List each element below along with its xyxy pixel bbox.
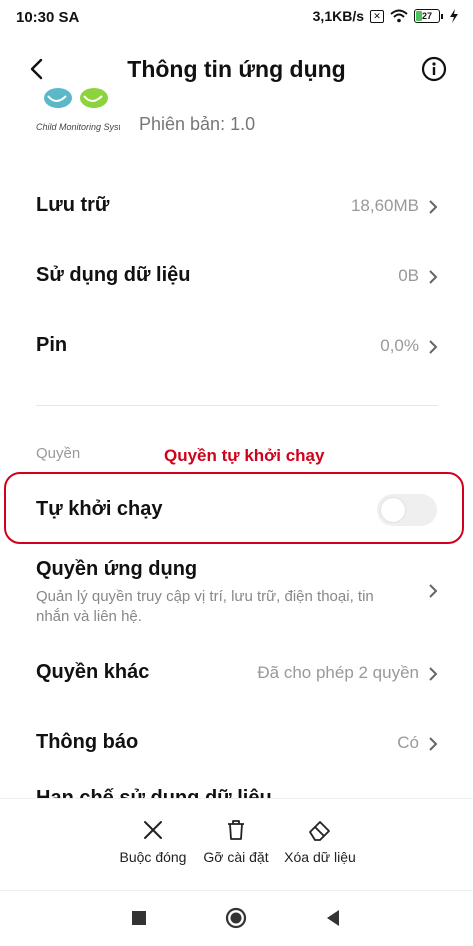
status-icons: 3,1KB/s ✕ 27 bbox=[313, 8, 459, 24]
section-label-permissions: Quyền bbox=[36, 445, 81, 462]
toggle-knob bbox=[381, 498, 405, 522]
charging-icon bbox=[450, 9, 458, 23]
battery-row[interactable]: Pin 0,0% bbox=[0, 334, 473, 390]
status-bar: 10:30 SA 3,1KB/s ✕ 27 bbox=[0, 0, 473, 36]
recents-icon[interactable] bbox=[128, 907, 150, 929]
chevron-right-icon bbox=[429, 340, 438, 354]
notifications-label: Thông báo bbox=[36, 731, 139, 753]
close-icon bbox=[144, 821, 162, 839]
sim-off-icon: ✕ bbox=[370, 9, 384, 23]
clear-data-label: Xóa dữ liệu bbox=[284, 849, 356, 865]
app-logo: Child Monitoring System bbox=[36, 84, 120, 142]
chevron-right-icon bbox=[429, 200, 438, 214]
data-usage-label: Sử dụng dữ liệu bbox=[36, 264, 191, 286]
other-permissions-value: Đã cho phép 2 quyền bbox=[257, 663, 419, 682]
back-icon[interactable] bbox=[322, 907, 344, 929]
battery-label: Pin bbox=[36, 334, 68, 356]
chevron-right-icon bbox=[429, 737, 438, 751]
storage-value: 18,60MB bbox=[350, 196, 419, 215]
app-version: Phiên bản: 1.0 bbox=[139, 114, 256, 134]
bottom-action-bar: Buộc đóng Gỡ cài đặt Xóa dữ liệu bbox=[0, 798, 473, 891]
storage-label: Lưu trữ bbox=[36, 194, 110, 216]
status-time: 10:30 SA bbox=[16, 9, 80, 26]
wifi-icon bbox=[390, 9, 408, 23]
annotation-label: Quyền tự khởi chạy bbox=[164, 446, 325, 465]
eraser-icon bbox=[309, 821, 330, 841]
chevron-right-icon bbox=[429, 667, 438, 681]
battery-level: 27 bbox=[421, 11, 432, 21]
info-icon[interactable] bbox=[421, 56, 447, 82]
force-stop-button[interactable]: Buộc đóng bbox=[116, 817, 190, 865]
logo-caption: Child Monitoring System bbox=[36, 122, 120, 132]
page-title: Thông tin ứng dụng bbox=[127, 56, 346, 82]
data-usage-value: 0B bbox=[398, 266, 419, 285]
battery-icon: 27 bbox=[414, 9, 443, 23]
force-stop-label: Buộc đóng bbox=[119, 849, 187, 865]
app-logo-graphic bbox=[44, 88, 108, 108]
autostart-toggle[interactable] bbox=[377, 494, 437, 526]
data-usage-row[interactable]: Sử dụng dữ liệu 0B bbox=[0, 264, 473, 320]
system-nav-bar bbox=[0, 890, 473, 946]
chevron-right-icon bbox=[429, 584, 438, 598]
other-permissions-row[interactable]: Quyền khác Đã cho phép 2 quyền bbox=[0, 661, 473, 717]
battery-value: 0,0% bbox=[380, 336, 419, 355]
app-permissions-description: Quản lý quyền truy cập vị trí, lưu trữ, … bbox=[36, 588, 374, 625]
home-icon[interactable] bbox=[225, 907, 247, 929]
clear-data-button[interactable]: Xóa dữ liệu bbox=[282, 817, 358, 865]
net-speed: 3,1KB/s bbox=[312, 8, 364, 24]
other-permissions-label: Quyền khác bbox=[36, 661, 150, 683]
storage-row[interactable]: Lưu trữ 18,60MB bbox=[0, 194, 473, 250]
notifications-row[interactable]: Thông báo Có bbox=[0, 731, 473, 787]
uninstall-button[interactable]: Gỡ cài đặt bbox=[200, 817, 272, 865]
divider bbox=[36, 405, 438, 406]
data-restriction-row[interactable]: Hạn chế sử dụng dữ liệu bbox=[36, 784, 272, 798]
chevron-right-icon bbox=[429, 270, 438, 284]
uninstall-label: Gỡ cài đặt bbox=[203, 849, 269, 865]
autostart-label: Tự khởi chạy bbox=[36, 498, 163, 520]
trash-icon bbox=[228, 820, 244, 840]
app-permissions-label: Quyền ứng dụng bbox=[36, 558, 198, 580]
notifications-value: Có bbox=[397, 733, 419, 752]
